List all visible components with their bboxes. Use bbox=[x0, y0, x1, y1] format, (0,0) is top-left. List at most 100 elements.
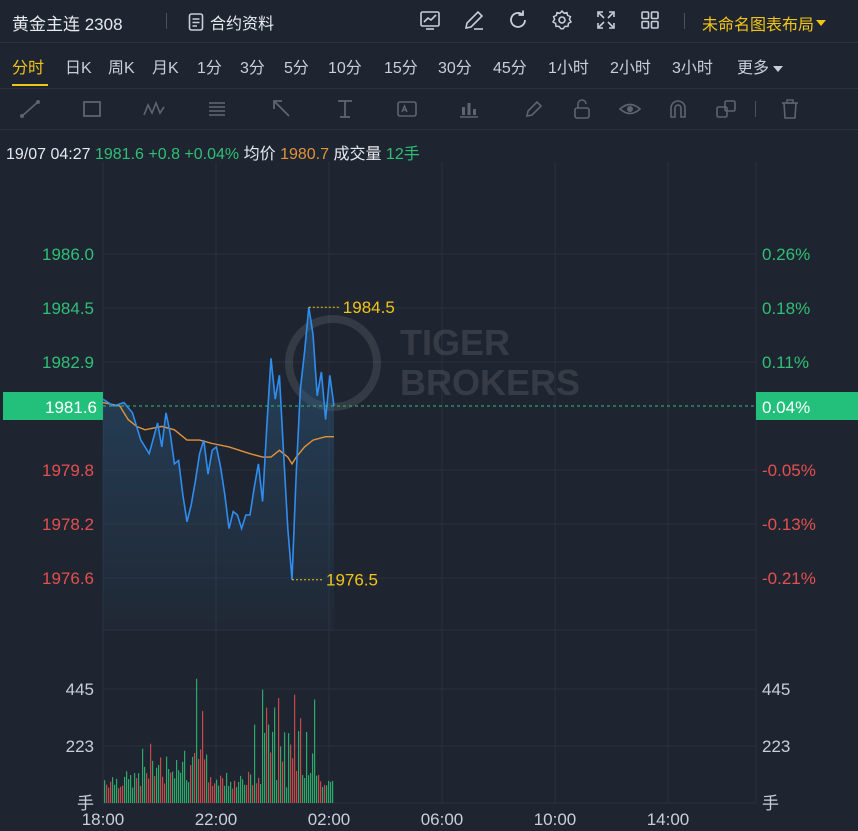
volume-bar bbox=[318, 774, 320, 803]
volume-bar bbox=[224, 785, 226, 803]
volume-bar bbox=[190, 765, 192, 803]
volume-bar bbox=[304, 778, 306, 803]
x-tick-label: 10:00 bbox=[534, 810, 577, 829]
volume-bar bbox=[316, 775, 318, 803]
price-change-pct: +0.04% bbox=[184, 146, 240, 163]
pct-tick-right: 0.18% bbox=[762, 299, 810, 318]
volume-bar bbox=[144, 766, 146, 803]
volume-bar bbox=[324, 784, 326, 803]
volume-bar bbox=[178, 770, 180, 803]
pct-tick-right: -0.13% bbox=[762, 515, 816, 534]
volume-bar bbox=[148, 778, 150, 803]
price-change: +0.8 bbox=[148, 146, 180, 163]
volume-bar bbox=[152, 760, 154, 803]
volume-bar bbox=[132, 787, 134, 803]
volume-bar bbox=[218, 785, 220, 803]
volume-bar bbox=[314, 699, 316, 803]
volume-bar bbox=[192, 756, 194, 803]
volume-bar bbox=[244, 784, 246, 803]
volume-bar bbox=[282, 761, 284, 803]
volume-bar bbox=[332, 780, 334, 803]
volume-bar bbox=[232, 788, 234, 803]
current-price-tag: 1981.6 bbox=[45, 398, 97, 417]
price-area bbox=[103, 307, 334, 630]
volume-bar bbox=[262, 689, 264, 803]
volume-bar bbox=[258, 777, 260, 803]
volume-bar bbox=[252, 785, 254, 803]
volume-bar bbox=[200, 749, 202, 803]
volume-bar bbox=[114, 784, 116, 803]
volume-bar bbox=[278, 698, 280, 803]
volume-label: 成交量 bbox=[333, 146, 382, 163]
volume-tick-left: 223 bbox=[66, 737, 94, 756]
volume-bar bbox=[112, 777, 114, 803]
x-tick-label: 14:00 bbox=[647, 810, 690, 829]
volume-bar bbox=[230, 781, 232, 803]
volume-bar bbox=[168, 768, 170, 803]
volume-bar bbox=[158, 764, 160, 803]
x-tick-label: 02:00 bbox=[308, 810, 351, 829]
volume-bar bbox=[186, 780, 188, 803]
pct-tick-right: 0.11% bbox=[762, 353, 809, 372]
volume-bar bbox=[106, 784, 108, 803]
volume-bar bbox=[166, 756, 168, 803]
volume-bar bbox=[296, 770, 298, 803]
volume-bar bbox=[320, 781, 322, 803]
volume-bar bbox=[302, 775, 304, 803]
volume-bar bbox=[210, 777, 212, 803]
volume-tick-right: 手 bbox=[762, 794, 779, 813]
volume-bar bbox=[208, 782, 210, 803]
volume-bar bbox=[276, 780, 278, 803]
volume-bar bbox=[264, 732, 266, 803]
volume-bar bbox=[110, 781, 112, 803]
volume-bar bbox=[122, 785, 124, 803]
volume-bar bbox=[202, 711, 204, 803]
volume-bar bbox=[188, 782, 190, 803]
volume-bar bbox=[322, 787, 324, 803]
volume-bar bbox=[160, 757, 162, 803]
volume-bar bbox=[176, 759, 178, 803]
volume-bar bbox=[250, 774, 252, 803]
volume-bar bbox=[222, 778, 224, 803]
volume-bar bbox=[326, 785, 328, 803]
datetime: 19/07 04:27 bbox=[6, 146, 91, 163]
volume-bar bbox=[292, 758, 294, 803]
volume-bar bbox=[306, 731, 308, 803]
volume-bar bbox=[108, 787, 110, 803]
volume-bar bbox=[140, 785, 142, 803]
volume-bar bbox=[126, 771, 128, 803]
volume-bar bbox=[268, 724, 270, 803]
volume-bar bbox=[204, 759, 206, 803]
volume-bar bbox=[290, 744, 292, 803]
volume-bar bbox=[138, 773, 140, 803]
volume-bar bbox=[288, 733, 290, 803]
volume-bar bbox=[328, 780, 330, 803]
price-tick-left: 1978.2 bbox=[42, 515, 94, 534]
volume-bar bbox=[274, 707, 276, 803]
volume-tick-right: 445 bbox=[762, 680, 790, 699]
low-label: 1976.5 bbox=[326, 571, 378, 590]
volume-bar bbox=[156, 767, 158, 803]
volume-bar bbox=[246, 784, 248, 803]
volume-bar bbox=[236, 787, 238, 803]
volume-bar bbox=[294, 694, 296, 803]
volume-bar bbox=[228, 786, 230, 803]
current-pct-tag: 0.04% bbox=[762, 398, 810, 417]
volume-bar bbox=[134, 773, 136, 803]
high-label: 1984.5 bbox=[343, 298, 395, 317]
volume-bar bbox=[312, 753, 314, 803]
volume-tick-right: 223 bbox=[762, 737, 790, 756]
price-info-bar: 19/07 04:27 1981.6 +0.8 +0.04% 均价 1980.7… bbox=[6, 140, 420, 164]
chart-canvas[interactable]: TIGER BROKERS 18:00 22:00 02:00 06:00 10:00 1… bbox=[0, 0, 858, 831]
volume-bar bbox=[116, 778, 118, 803]
pct-tick-right: -0.05% bbox=[762, 461, 816, 480]
price-tick-left: 1984.5 bbox=[42, 299, 94, 318]
volume-bar bbox=[198, 758, 200, 803]
volume-bar bbox=[272, 731, 274, 803]
volume-bar bbox=[260, 784, 262, 803]
volume-bar bbox=[234, 780, 236, 803]
volume-bar bbox=[124, 776, 126, 803]
volume-bar bbox=[300, 718, 302, 803]
volume-bar bbox=[172, 771, 174, 803]
volume-bar bbox=[286, 787, 288, 803]
